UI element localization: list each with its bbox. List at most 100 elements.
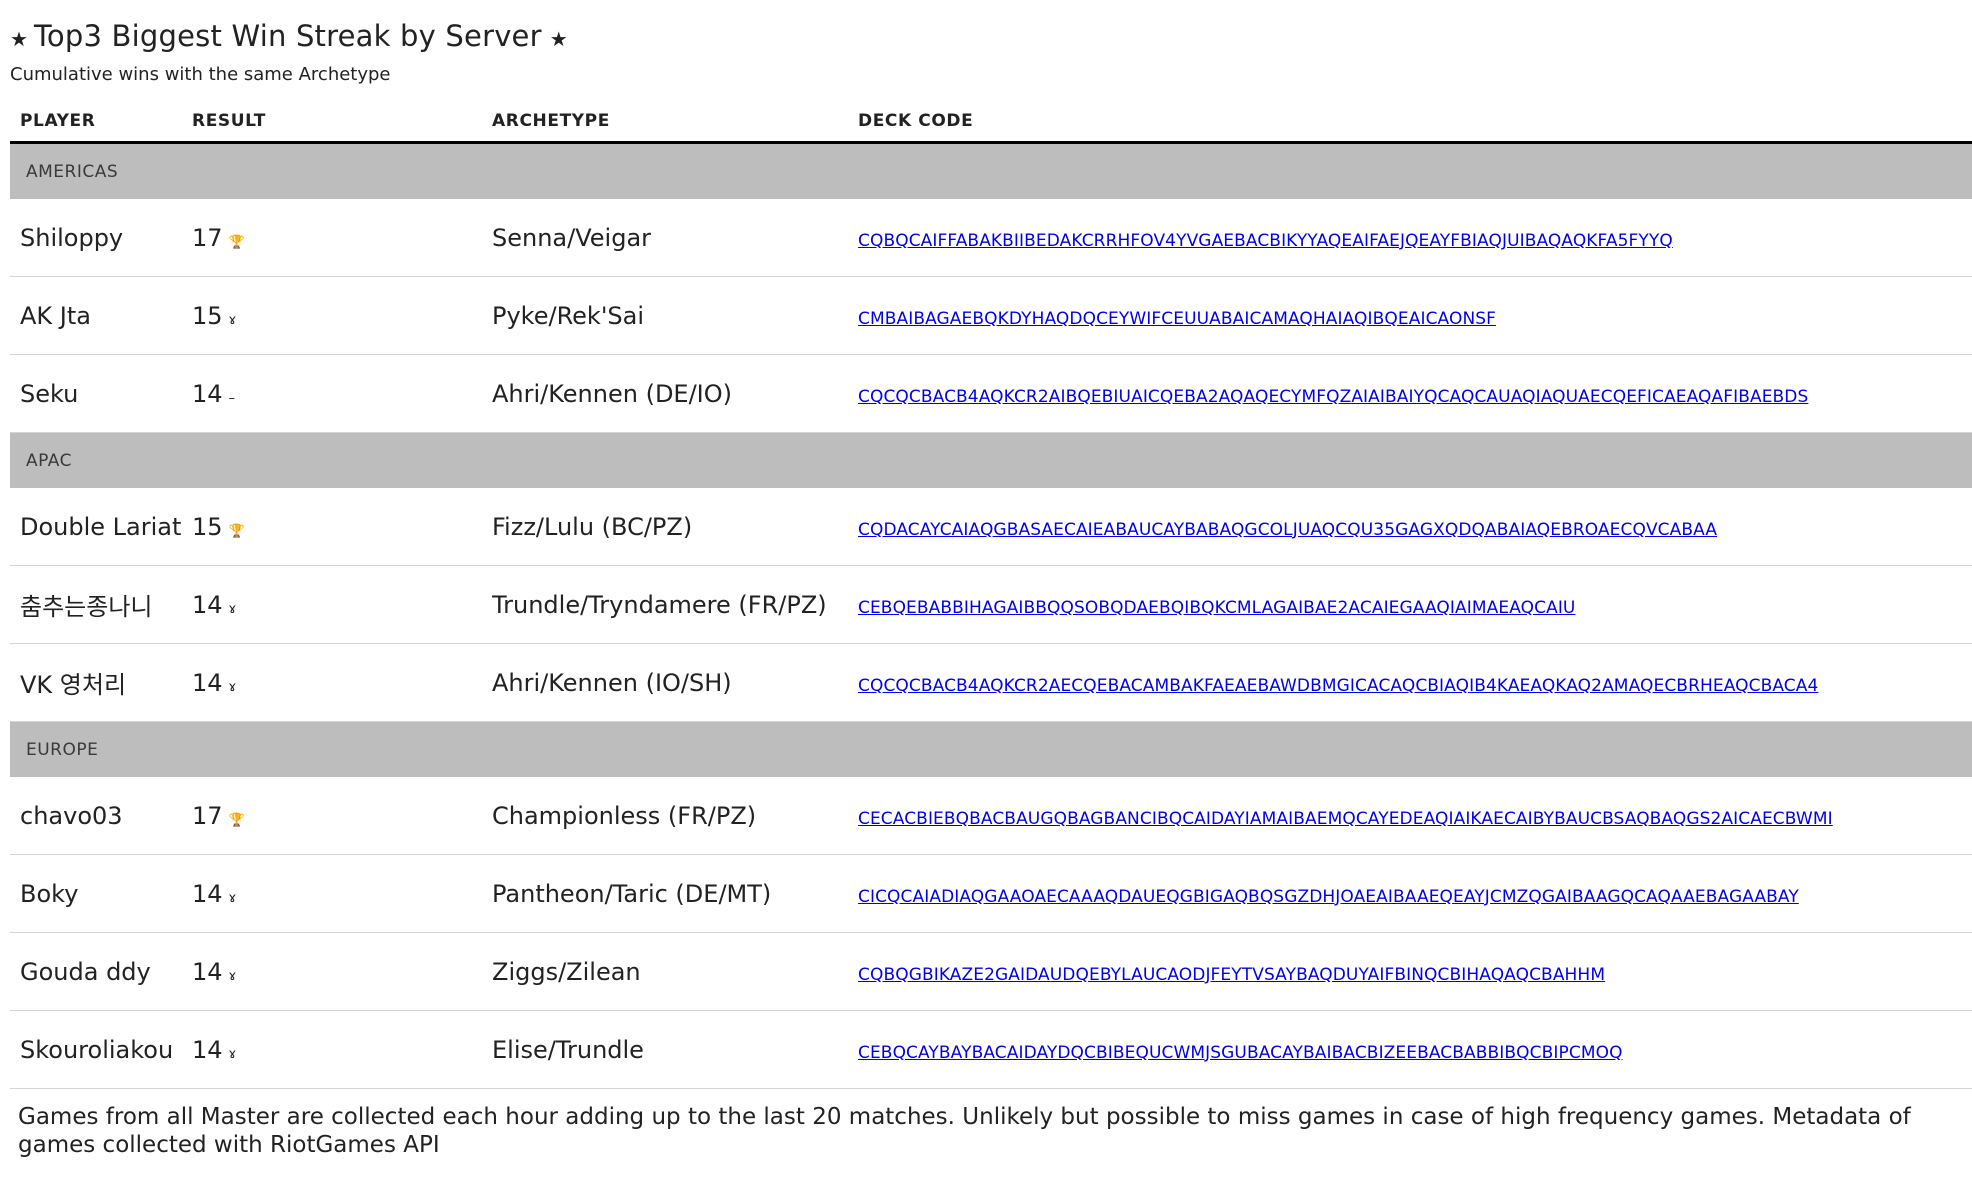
title-row: ★ Top3 Biggest Win Streak by Server ★ <box>10 14 1972 58</box>
deck-code-cell: CECACBIEBQBACBAUGQBAGBANCIBQCAIDAYIAMAIB… <box>848 777 1972 855</box>
result-cell: 14– <box>182 354 482 433</box>
deck-code-cell: CQCQCBACB4AQKCR2AECQEBACAMBAKFAEAEBAWDBM… <box>848 643 1972 722</box>
medal-icon: ɤ <box>228 312 237 328</box>
medal-icon: ɤ <box>228 679 237 695</box>
result-cell: 14 ɤ <box>182 854 482 933</box>
deck-code-cell: CMBAIBAGAEBQKDYHAQDQCEYWIFCEUUABAICAMAQH… <box>848 276 1972 355</box>
result-value: 14 <box>192 668 223 697</box>
result-value: 14 <box>192 1035 223 1064</box>
deck-code-link[interactable]: CECACBIEBQBACBAUGQBAGBANCIBQCAIDAYIAMAIB… <box>858 809 1833 829</box>
result-value: 17 <box>192 801 223 830</box>
medal-icon: ɤ <box>228 890 237 906</box>
result-value: 15 <box>192 301 223 330</box>
trophy-icon: 🏆 <box>228 812 245 828</box>
deck-code-link[interactable]: CQCQCBACB4AQKCR2AIBQEBIUAICQEBA2AQAQECYM… <box>858 387 1808 407</box>
deck-code-cell: CQBQGBIKAZE2GAIDAUDQEBYLAUCAODJFEYTVSAYB… <box>848 932 1972 1011</box>
server-group-row: EUROPE <box>10 721 1972 777</box>
archetype: Senna/Veigar <box>482 199 848 277</box>
deck-code-link[interactable]: CEBQEBABBIHAGAIBBQQSOBQDAEBQIBQKCMLAGAIB… <box>858 598 1575 618</box>
page-title: Top3 Biggest Win Streak by Server <box>33 19 542 53</box>
star-icon: ★ <box>549 27 568 51</box>
page-subtitle: Cumulative wins with the same Archetype <box>10 64 391 85</box>
player-name: Gouda ddy <box>10 932 182 1011</box>
server-group-label: EUROPE <box>10 721 1972 777</box>
deck-code-link[interactable]: CQBQGBIKAZE2GAIDAUDQEBYLAUCAODJFEYTVSAYB… <box>858 965 1605 985</box>
player-name: 춤추는종나니 <box>10 565 182 644</box>
player-name: chavo03 <box>10 777 182 855</box>
archetype: Championless (FR/PZ) <box>482 777 848 855</box>
deck-code-link[interactable]: CMBAIBAGAEBQKDYHAQDQCEYWIFCEUUABAICAMAQH… <box>858 309 1496 329</box>
table-row: Shiloppy 17 🏆 Senna/Veigar CQBQCAIFFABAKBIIB… <box>10 199 1972 277</box>
dash-icon: – <box>228 390 236 406</box>
column-header-deck-code: DECK CODE <box>848 95 1972 144</box>
player-name: Double Lariat <box>10 488 182 566</box>
table-row: Gouda ddy 14 ɤ Ziggs/Zilean CQBQGBIKAZE2GAID… <box>10 932 1972 1011</box>
deck-code-link[interactable]: CQDACAYCAIAQGBASAECAIEABAUCAYBABAQGCOLJU… <box>858 520 1717 540</box>
archetype: Ahri/Kennen (IO/SH) <box>482 643 848 722</box>
player-name: Boky <box>10 854 182 933</box>
result-value: 14 <box>192 379 223 408</box>
server-group-row: APAC <box>10 432 1972 488</box>
archetype: Ziggs/Zilean <box>482 932 848 1011</box>
result-cell: 15 🏆 <box>182 488 482 566</box>
deck-code-link[interactable]: CICQCAIADIAQGAAOAECAAAQDAUEQGBIGAQBQSGZD… <box>858 887 1799 907</box>
result-cell: 14 ɤ <box>182 1010 482 1089</box>
footer-note: Games from all Master are collected each… <box>18 1104 1911 1158</box>
table-row: VK 영처리 14 ɤ Ahri/Kennen (IO/SH) CQCQCBACB4AQ… <box>10 643 1972 722</box>
server-group-row: AMERICAS <box>10 142 1972 199</box>
column-header-player: PLAYER <box>10 95 182 144</box>
medal-icon: ɤ <box>228 1046 237 1062</box>
player-name: AK Jta <box>10 276 182 355</box>
result-value: 14 <box>192 957 223 986</box>
result-value: 15 <box>192 512 223 541</box>
result-value: 14 <box>192 590 223 619</box>
table-body: AMERICAS Shiloppy 17 🏆 Senna/Veigar CQBQCAIFF… <box>10 142 1972 1089</box>
column-header-result: RESULT <box>182 95 482 144</box>
result-value: 14 <box>192 879 223 908</box>
column-header-archetype: ARCHETYPE <box>482 95 848 144</box>
archetype: Ahri/Kennen (DE/IO) <box>482 354 848 433</box>
table-row: Double Lariat 15 🏆 Fizz/Lulu (BC/PZ) CQDACAY… <box>10 488 1972 566</box>
archetype: Trundle/Tryndamere (FR/PZ) <box>482 565 848 644</box>
deck-code-cell: CQCQCBACB4AQKCR2AIBQEBIUAICQEBA2AQAQECYM… <box>848 354 1972 433</box>
table-row: 춤추는종나니 14 ɤ Trundle/Tryndamere (FR/PZ) CEBQE… <box>10 565 1972 644</box>
table-row: AK Jta 15 ɤ Pyke/Rek'Sai CMBAIBAGAEBQKDYHAQD… <box>10 276 1972 355</box>
archetype: Elise/Trundle <box>482 1010 848 1089</box>
medal-icon: ɤ <box>228 968 237 984</box>
result-cell: 17 🏆 <box>182 777 482 855</box>
medal-icon: ɤ <box>228 601 237 617</box>
table-row: chavo03 17 🏆 Championless (FR/PZ) CECACBIEBQ… <box>10 777 1972 855</box>
player-name: VK 영처리 <box>10 643 182 722</box>
player-name: Shiloppy <box>10 199 182 277</box>
trophy-icon: 🏆 <box>228 523 245 539</box>
table-row: Seku 14– Ahri/Kennen (DE/IO) CQCQCBACB4AQKC… <box>10 354 1972 433</box>
deck-code-cell: CEBQEBABBIHAGAIBBQQSOBQDAEBQIBQKCMLAGAIB… <box>848 565 1972 644</box>
win-streak-table: PLAYER RESULT ARCHETYPE DECK CODE AMERIC… <box>10 95 1972 1089</box>
result-cell: 14 ɤ <box>182 565 482 644</box>
result-value: 17 <box>192 223 223 252</box>
archetype: Pantheon/Taric (DE/MT) <box>482 854 848 933</box>
deck-code-link[interactable]: CQBQCAIFFABAKBIIBEDAKCRRHFOV4YVGAEBACBIK… <box>858 231 1673 251</box>
player-name: Seku <box>10 354 182 433</box>
server-group-label: AMERICAS <box>10 142 1972 199</box>
table-header-row: PLAYER RESULT ARCHETYPE DECK CODE <box>10 95 1972 144</box>
result-cell: 14 ɤ <box>182 643 482 722</box>
player-name: Skouroliakou <box>10 1010 182 1089</box>
archetype: Pyke/Rek'Sai <box>482 276 848 355</box>
archetype: Fizz/Lulu (BC/PZ) <box>482 488 848 566</box>
star-icon: ★ <box>10 27 28 51</box>
deck-code-cell: CEBQCAYBAYBACAIDAYDQCBIBEQUCWMJSGUBACAYB… <box>848 1010 1972 1089</box>
deck-code-link[interactable]: CQCQCBACB4AQKCR2AECQEBACAMBAKFAEAEBAWDBM… <box>858 676 1818 696</box>
result-cell: 14 ɤ <box>182 932 482 1011</box>
result-cell: 17 🏆 <box>182 199 482 277</box>
deck-code-link[interactable]: CEBQCAYBAYBACAIDAYDQCBIBEQUCWMJSGUBACAYB… <box>858 1043 1623 1063</box>
table-row: Boky 14 ɤ Pantheon/Taric (DE/MT) CICQCAIADIA… <box>10 854 1972 933</box>
server-group-label: APAC <box>10 432 1972 488</box>
deck-code-cell: CQBQCAIFFABAKBIIBEDAKCRRHFOV4YVGAEBACBIK… <box>848 199 1972 277</box>
leaderboard-panel: ★ Top3 Biggest Win Streak by Server ★ Cu… <box>10 14 1972 1159</box>
result-cell: 15 ɤ <box>182 276 482 355</box>
table-row: Skouroliakou 14 ɤ Elise/Trundle CEBQCAYBAYBA… <box>10 1010 1972 1089</box>
deck-code-cell: CICQCAIADIAQGAAOAECAAAQDAUEQGBIGAQBQSGZD… <box>848 854 1972 933</box>
deck-code-cell: CQDACAYCAIAQGBASAECAIEABAUCAYBABAQGCOLJU… <box>848 488 1972 566</box>
trophy-icon: 🏆 <box>228 234 245 250</box>
